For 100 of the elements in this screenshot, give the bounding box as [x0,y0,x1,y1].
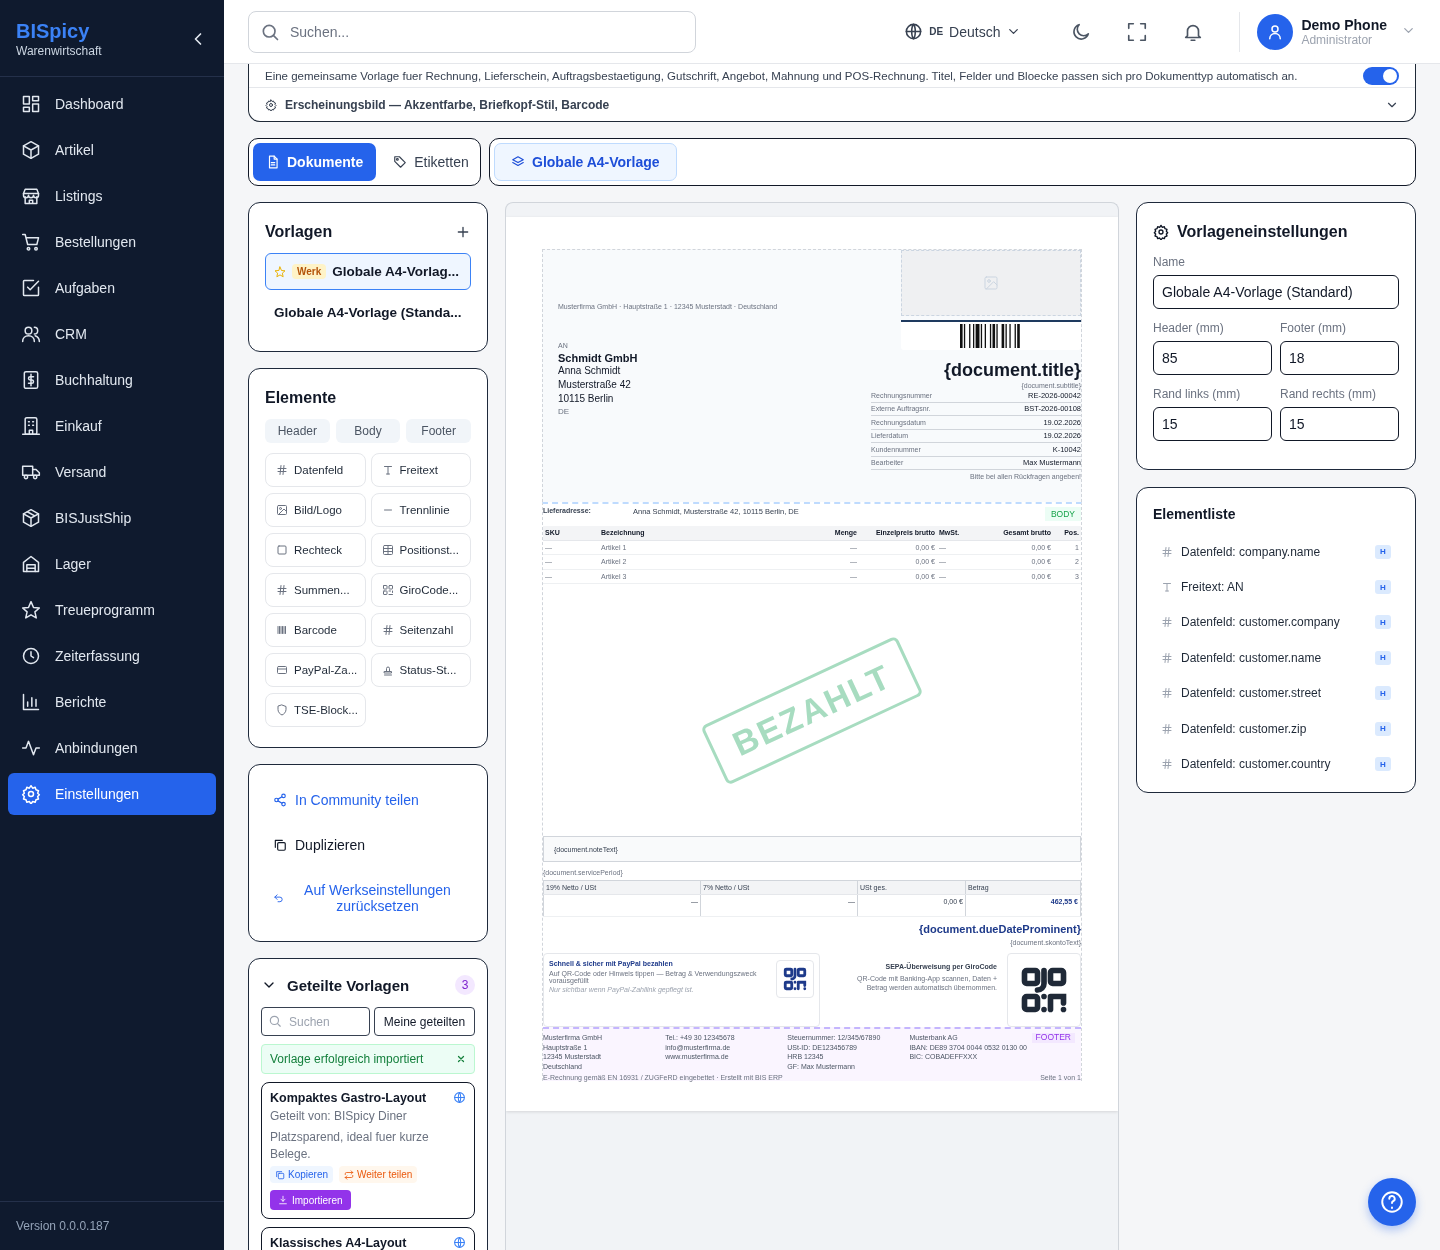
user-menu[interactable]: Demo Phone Administrator [1257,13,1416,50]
element-button[interactable]: Rechteck [265,533,366,567]
copy-button[interactable]: Kopieren [270,1166,334,1183]
element-button[interactable]: Seitenzahl [370,613,471,647]
nav-item[interactable]: Anbindungen [8,727,216,769]
document-icon [266,155,280,169]
element-button[interactable]: Barcode [265,613,366,647]
element-list-item[interactable]: Datenfeld: customer.zip H [1153,710,1399,747]
share-icon [273,792,287,807]
dashboard-icon [21,94,41,114]
nav-item[interactable]: Einkauf [8,405,216,447]
mode-tab[interactable]: Etiketten [380,143,482,181]
truck-icon [21,462,41,482]
stamp-icon [381,664,394,676]
section-tab[interactable]: Footer [406,419,471,443]
version-label: Version 0.0.0.187 [0,1201,224,1250]
section-badge: BODY [1044,507,1081,521]
element-list-item[interactable]: Datenfeld: customer.street H [1153,675,1399,711]
input-field[interactable]: 15 [1280,407,1399,441]
nav-item[interactable]: Listings [8,175,216,217]
element-button[interactable]: TSE-Block... [265,693,366,727]
template-tab[interactable]: Globale A4-Vorlage [494,143,677,181]
nav-item[interactable]: BISJustShip [8,497,216,539]
forward-button[interactable]: Weiter teilen [339,1166,418,1183]
section-badge: H [1375,721,1391,736]
element-button[interactable]: Datenfeld [265,453,366,487]
fullscreen-button[interactable] [1126,20,1149,43]
element-button[interactable]: Bild/Logo [265,493,366,527]
globe-icon [453,1236,466,1249]
element-button[interactable]: GiroCode... [370,573,471,607]
undo-icon [273,892,284,904]
qr-code-icon [782,966,808,992]
toggle-switch[interactable] [1363,66,1399,85]
action-link[interactable]: Duplizieren [273,837,463,853]
success-message: Vorlage erfolgreich importiert [261,1044,475,1074]
nav-item[interactable]: Einstellungen [8,773,216,815]
brand-subtitle: Warenwirtschaft [16,44,102,58]
element-button[interactable]: PayPal-Za... [265,653,366,687]
element-button[interactable]: Trennlinie [370,493,471,527]
element-list-item[interactable]: Freitext: AN H [1153,569,1399,605]
element-list-item[interactable]: Datenfeld: company.name H [1153,534,1399,570]
element-button[interactable]: Summen... [265,573,366,607]
hash-icon [1161,545,1173,558]
input-field[interactable]: 18 [1280,341,1399,375]
add-button[interactable] [455,224,471,240]
section-badge: H [1375,650,1391,665]
dollar-document-icon [21,370,41,390]
input-field[interactable]: Globale A4-Vorlage (Standard) [1153,275,1399,309]
nav-item[interactable]: Artikel [8,129,216,171]
credit-card-icon [276,664,288,676]
element-button[interactable]: Status-St... [370,653,471,687]
due-date: {document.dueDateProminent} [918,923,1081,935]
panel-title: Vorlageneinstellungen [1177,223,1348,241]
template-item[interactable]: Globale A4-Vorlage (Standa... [265,294,471,331]
element-list-item[interactable]: Datenfeld: customer.company H [1153,604,1399,641]
my-shared-button[interactable]: Meine geteilten [374,1007,475,1036]
language-select[interactable]: DE Deutsch [904,22,1022,41]
cart-icon [21,232,41,252]
mode-tab[interactable]: Dokumente [253,143,377,181]
nav-item[interactable]: Aufgaben [8,267,216,309]
template-item[interactable]: Werk Globale A4-Vorlag... [265,253,471,290]
nav-item[interactable]: Bestellungen [8,221,216,263]
section-tab[interactable]: Header [265,419,330,443]
recipient-company: Schmidt GmbH [558,352,639,364]
nav-item[interactable]: Zeiterfassung [8,635,216,677]
barcode-icon [276,624,288,636]
brand-name: BISpicy [16,19,91,43]
nav-item[interactable]: Lager [8,543,216,585]
element-button[interactable]: Positionst... [370,533,471,567]
nav-item[interactable]: Buchhaltung [8,359,216,401]
recipient-line: 10115 Berlin [558,392,615,406]
section-badge: H [1375,686,1391,701]
search-field[interactable]: Suchen [261,1007,370,1036]
layers-icon [511,155,525,169]
nav-item[interactable]: Berichte [8,681,216,723]
element-list-item[interactable]: Datenfeld: customer.name H [1153,640,1399,676]
nav-item[interactable]: Versand [8,451,216,493]
action-link[interactable]: Auf Werkseinstellungen zurücksetzen [273,882,463,915]
panel-title: Elementliste [1153,506,1237,522]
input-field[interactable]: 85 [1153,341,1272,375]
appearance-accordion[interactable]: Erscheinungsbild — Akzentfarbe, Briefkopf-Stil, Barcode [249,87,1415,121]
image-icon [983,275,999,291]
action-link[interactable]: In Community teilen [273,791,463,808]
square-icon [276,544,288,556]
dismiss-button[interactable] [456,1054,466,1064]
import-button[interactable]: Importieren [270,1190,351,1210]
fullscreen-icon [1126,20,1149,43]
help-icon [1379,1189,1405,1215]
nav-item[interactable]: Treueprogramm [8,589,216,631]
input-field[interactable]: 15 [1153,407,1272,441]
card-description: Platzsparend, ideal fuer kurze Belege. [270,1129,430,1163]
nav-item[interactable]: Dashboard [8,83,216,125]
nav-item[interactable]: CRM [8,313,216,355]
help-button[interactable] [1368,1178,1416,1226]
repeat-icon [344,1169,355,1180]
panel-title: Elemente [265,389,337,407]
element-button[interactable]: Freitext [370,453,471,487]
element-list-item[interactable]: Datenfeld: customer.country H [1153,746,1399,782]
section-tab[interactable]: Body [335,419,401,443]
hash-icon [381,624,394,636]
